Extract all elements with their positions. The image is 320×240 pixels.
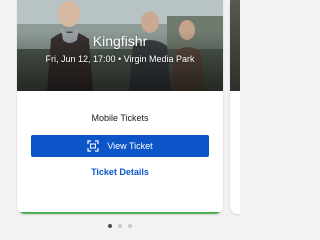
page-dot[interactable] (108, 224, 112, 228)
ticket-details-link[interactable]: Ticket Details (17, 166, 223, 178)
next-ticket-card-peek[interactable] (230, 0, 240, 214)
event-title: Kingfishr (92, 33, 148, 49)
view-ticket-button[interactable]: View Ticket (31, 135, 209, 157)
page-indicator[interactable] (0, 224, 240, 228)
event-subtitle: Fri, Jun 12, 17:00 • Virgin Media Park (45, 54, 195, 64)
ticket-carousel[interactable]: Kingfishr Fri, Jun 12, 17:00 • Virgin Me… (0, 0, 240, 240)
qr-scan-icon (87, 140, 99, 152)
page-dot[interactable] (128, 224, 132, 228)
next-event-image (230, 0, 240, 91)
page-dot[interactable] (118, 224, 122, 228)
ticket-card[interactable]: Kingfishr Fri, Jun 12, 17:00 • Virgin Me… (17, 0, 223, 214)
view-ticket-label: View Ticket (107, 141, 153, 151)
event-image: Kingfishr Fri, Jun 12, 17:00 • Virgin Me… (17, 0, 223, 91)
ticket-type-label: Mobile Tickets (91, 113, 149, 123)
card-accent-strip (17, 212, 223, 214)
